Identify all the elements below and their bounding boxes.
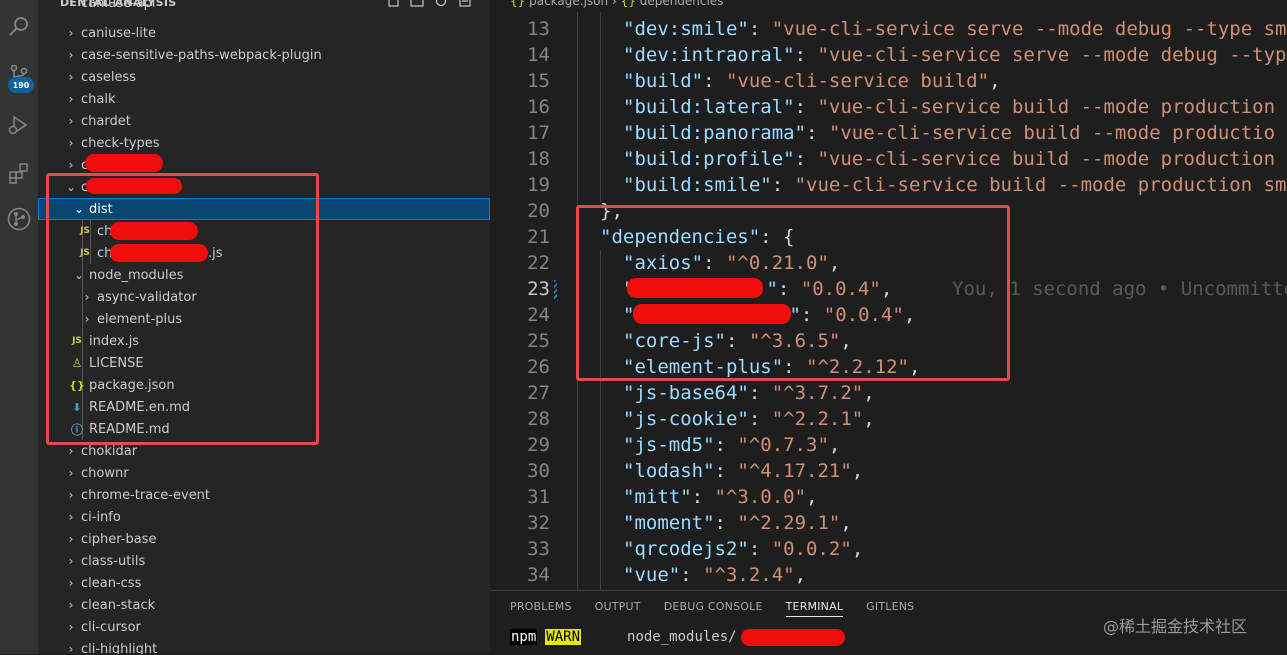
annotation-highlight-box [576,205,1010,381]
code-line: 31 "mitt": "^3.0.0", [527,486,818,508]
chevron-right-icon: › [68,444,74,458]
chevron-right-icon: › [68,466,74,480]
code-line: 16 "build:lateral": "vue-cli-service buil… [527,96,1276,118]
tree-item-label: chrome-trace-event [81,487,211,503]
tree-item-label: cli-highlight [81,641,158,655]
tree-item-label: chardet [81,113,131,129]
tree-item-cli-highlight[interactable]: › cli-highlight [38,638,490,655]
chevron-right-icon: › [68,488,74,502]
tree-item-clean-stack[interactable]: › clean-stack [38,594,490,616]
code-line: 19 "build:smile": "vue-cli-service build … [527,174,1287,196]
tree-item-cipher-base[interactable]: › cipher-base [38,528,490,550]
chevron-right-icon: › [68,620,74,634]
json-object-icon: {} [620,0,636,8]
redaction-mark [85,154,163,172]
tree-item-label: clean-stack [81,597,156,613]
tree-item-label: ci-info [81,509,121,525]
tab-output[interactable]: OUTPUT [595,600,641,617]
terminal-warn-badge: WARN [545,629,582,645]
tree-item-label: caniuse-lite [81,25,156,41]
chevron-right-icon: › [68,532,74,546]
tab-problems[interactable]: PROBLEMS [510,600,572,617]
tree-item-label: chownr [81,465,129,481]
chevron-right-icon: › [68,48,74,62]
tree-item-chownr[interactable]: › chownr [38,462,490,484]
tree-item-caseless[interactable]: › caseless [38,66,490,88]
code-line: 18 "build:profile": "vue-cli-service buil… [527,148,1276,170]
chevron-right-icon: › [68,70,74,84]
chevron-right-icon: › [68,598,74,612]
code-line: 15 "build": "vue-cli-service build", [527,70,1001,92]
terminal-output[interactable]: npm WARN node_modules/ [510,629,737,645]
run-debug-icon[interactable] [4,110,34,140]
tree-item-chrome-trace-event[interactable]: › chrome-trace-event [38,484,490,506]
chevron-right-icon: › [68,642,74,654]
tree-item-check-types[interactable]: › check-types [38,132,490,154]
redaction-mark [741,629,845,646]
chevron-right-icon: › [68,554,74,568]
tab-terminal[interactable]: TERMINAL [785,600,844,617]
tree-item-label: caseless [81,69,137,85]
code-line: 29 "js-md5": "^0.7.3", [527,434,841,456]
tree-item-label: case-sensitive-paths-webpack-plugin [81,47,322,63]
tab-debug-console[interactable]: DEBUG CONSOLE [664,600,763,617]
search-icon[interactable] [4,12,34,42]
code-line: 13 "dev:smile": "vue-cli-service serve --… [527,18,1287,40]
code-line: 30 "lodash": "^4.17.21", [527,460,864,482]
extensions-icon[interactable] [4,158,34,188]
tree-item-label: class-utils [81,553,146,569]
terminal-npm: npm [510,629,538,645]
tree-item-case-sensitive-paths-webpack-plugin[interactable]: › case-sensitive-paths-webpack-plugin [38,44,490,66]
tree-item-label: chalk [81,91,116,107]
chevron-right-icon: › [68,92,74,106]
chevron-right-icon: › [68,510,74,524]
tree-item-label: chokidar [81,443,138,459]
chevron-right-icon: › [68,576,74,590]
activity-bar: 190 [0,0,38,654]
code-line: 32 "moment": "^2.29.1", [527,512,852,534]
watermark: @稀土掘金技术社区 [1103,617,1248,636]
chevron-right-icon: › [68,136,74,150]
tree-item-caniuse-lite[interactable]: › caniuse-lite [38,22,490,44]
tree-item-caniuse-api[interactable]: › caniuse-api [38,0,490,14]
chevron-right-icon: › [68,0,74,10]
chevron-right-icon: › [68,26,74,40]
tree-item-ci-info[interactable]: › ci-info [38,506,490,528]
tree-item-label: cli-cursor [81,619,141,635]
scm-badge: 190 [8,77,34,93]
chevron-right-icon: › [68,114,74,128]
tree-item-chalk[interactable]: › chalk [38,88,490,110]
code-line: 27 "js-base64": "^3.7.2", [527,382,875,404]
terminal-path: node_modules/ [627,629,737,645]
chevron-right-icon: › [68,158,74,172]
tree-item-cli-cursor[interactable]: › cli-cursor [38,616,490,638]
breadcrumb-separator: › [611,0,617,8]
json-file-icon: {} [510,0,526,8]
breadcrumb-file[interactable]: package.json [529,0,608,8]
tree-item-label: check-types [81,135,160,151]
tree-item-chardet[interactable]: › chardet [38,110,490,132]
code-line: 14 "dev:intraoral": "vue-cli-service serv… [527,44,1287,66]
tree-item-label: caniuse-api [81,0,156,11]
gitlens-icon[interactable] [4,204,34,234]
code-line: 34 "vue": "^3.2.4", [527,564,807,586]
tree-item-label: clean-css [81,575,142,591]
breadcrumb-section[interactable]: dependencies [640,0,724,8]
code-line: 28 "js-cookie": "^2.2.1", [527,408,875,430]
tree-item-class-utils[interactable]: › class-utils [38,550,490,572]
annotation-highlight-box [46,173,319,445]
tree-item-clean-css[interactable]: › clean-css [38,572,490,594]
code-line: 33 "qrcodejs2": "0.0.2", [527,538,864,560]
tab-gitlens[interactable]: GITLENS [866,600,914,617]
breadcrumb: {} package.json › {} dependencies [490,0,1287,12]
tree-item-label: cipher-base [81,531,157,547]
dirty-diff-marker [554,280,557,300]
code-line: 17 "build:panorama": "vue-cli-service bui… [527,122,1276,144]
